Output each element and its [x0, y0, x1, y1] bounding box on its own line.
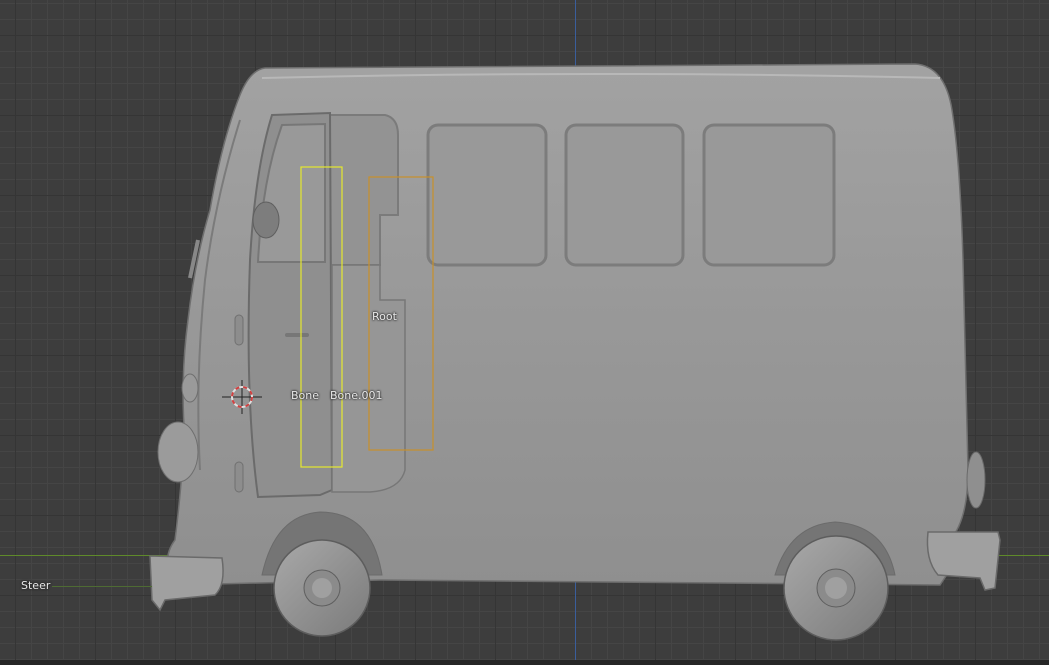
viewport-bottom-edge: [0, 660, 1049, 665]
front-bumper: [149, 555, 224, 612]
root-bone-label[interactable]: Root: [372, 310, 397, 323]
indicator-light: [181, 373, 199, 403]
side-window-3: [702, 123, 836, 267]
bone-001-label[interactable]: Bone.001: [330, 389, 383, 402]
hinge-2: [234, 461, 244, 493]
door-handle: [285, 333, 309, 337]
front-wheel: [273, 539, 371, 637]
side-window-2: [564, 123, 685, 267]
3d-viewport[interactable]: Root Bone Bone.001 Steer: [0, 0, 1049, 665]
steer-bone-label[interactable]: Steer: [21, 579, 50, 592]
side-mirror: [252, 201, 280, 239]
rear-light: [966, 451, 986, 509]
rear-wheel: [783, 535, 889, 641]
van-model[interactable]: [0, 0, 1049, 665]
side-window-1: [426, 123, 548, 267]
hinge-1: [234, 314, 244, 346]
steer-bone-line[interactable]: [52, 586, 152, 587]
headlight: [157, 421, 199, 483]
bone-label[interactable]: Bone: [291, 389, 319, 402]
